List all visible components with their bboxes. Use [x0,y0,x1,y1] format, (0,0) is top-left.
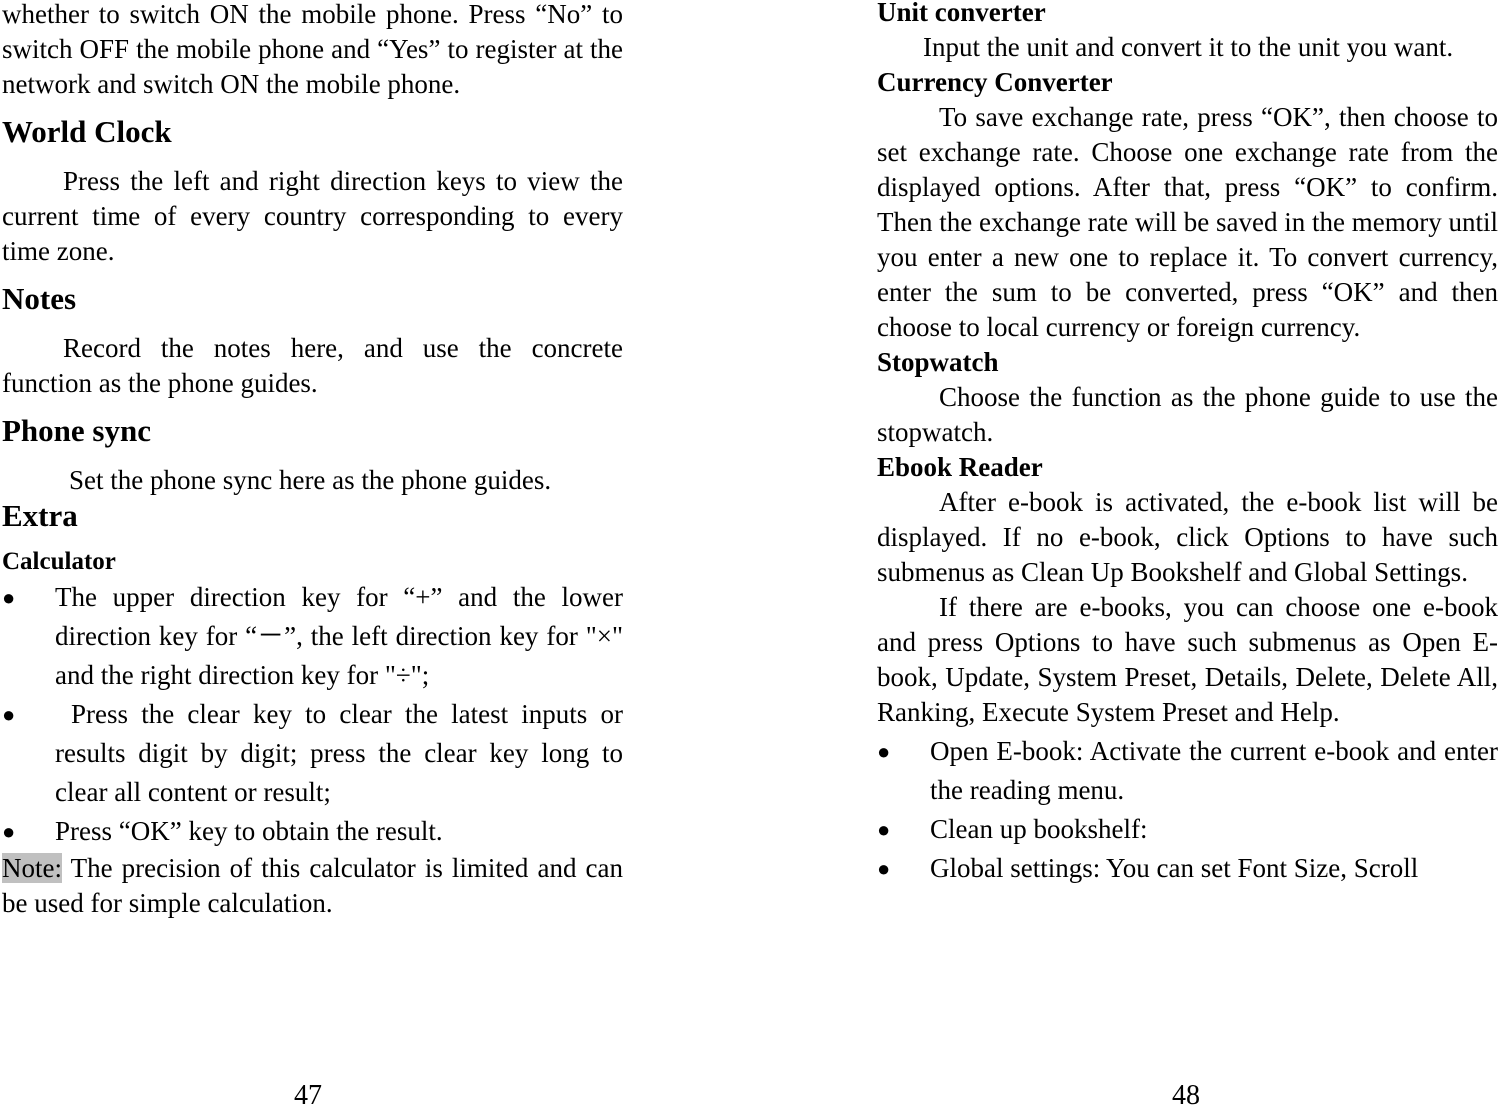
calculator-heading: Calculator [2,548,116,575]
extra-heading: Extra [2,498,78,533]
bullet-icon: ● [2,702,16,727]
note-text: The precision of this calculator is limi… [2,853,623,918]
bullet-icon: ● [2,819,16,844]
list-item: ● Global settings: You can set Font Size… [877,849,1498,888]
list-item: ● Press “OK” key to obtain the result. [2,812,623,851]
ebook-reader-heading: Ebook Reader [877,452,1043,482]
unit-converter-heading: Unit converter [877,0,1046,27]
ebook-reader-body-2: If there are e-books, you can choose one… [877,592,1498,727]
page-number-left: 47 [294,1080,322,1111]
ebook-reader-body-1: After e-book is activated, the e-book li… [877,487,1498,587]
list-item: ● Clean up bookshelf: [877,810,1498,849]
stopwatch-heading: Stopwatch [877,347,999,377]
phone-sync-heading: Phone sync [2,413,151,448]
currency-converter-heading: Currency Converter [877,67,1113,97]
intro-paragraph: whether to switch ON the mobile phone. P… [2,0,623,99]
calculator-bullet-list: ● The upper direction key for “+” and th… [2,578,623,851]
left-page: whether to switch ON the mobile phone. P… [2,0,623,921]
notes-body: Record the notes here, and use the concr… [2,333,623,398]
notes-heading: Notes [2,281,77,316]
list-item: ● The upper direction key for “+” and th… [2,578,623,695]
list-item: ● Press the clear key to clear the lates… [2,695,623,812]
stopwatch-body: Choose the function as the phone guide t… [877,382,1498,447]
list-item: ● Open E-book: Activate the current e-bo… [877,732,1498,810]
bullet-icon: ● [877,817,891,842]
bullet-icon: ● [2,585,16,610]
note-label: Note: [2,853,62,883]
calculator-note: Note: The precision of this calculator i… [2,851,623,921]
page-number-right: 48 [1172,1080,1200,1111]
bullet-icon: ● [877,856,891,881]
phone-sync-body: Set the phone sync here as the phone gui… [69,465,552,495]
right-page: Unit converter Input the unit and conver… [877,0,1498,888]
bullet-icon: ● [877,739,891,764]
world-clock-body: Press the left and right direction keys … [2,166,623,266]
currency-converter-body: To save exchange rate, press “OK”, then … [877,102,1498,342]
unit-converter-body: Input the unit and convert it to the uni… [923,32,1454,62]
world-clock-heading: World Clock [2,114,172,149]
ebook-bullet-list: ● Open E-book: Activate the current e-bo… [877,732,1498,888]
